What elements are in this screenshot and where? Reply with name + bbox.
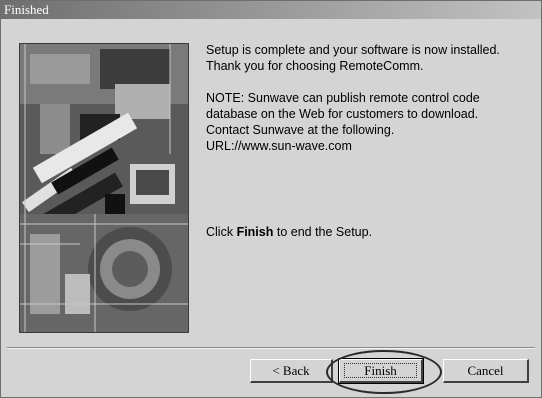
- finish-instruction: Click Finish to end the Setup.: [206, 224, 372, 240]
- completion-line-1: Setup is complete and your software is n…: [206, 43, 500, 57]
- setup-side-image: [19, 43, 189, 333]
- finish-instruction-bold: Finish: [236, 225, 274, 239]
- note-line-1: NOTE: Sunwave can publish remote control…: [206, 91, 480, 105]
- focus-rectangle: [344, 363, 417, 378]
- note-line-4: URL://www.sun-wave.com: [206, 139, 352, 153]
- completion-line-2: Thank you for choosing RemoteComm.: [206, 59, 424, 73]
- completion-message: Setup is complete and your software is n…: [206, 42, 500, 74]
- button-separator: [7, 347, 535, 349]
- back-button[interactable]: < Back: [250, 359, 333, 383]
- finish-instruction-suffix: to end the Setup.: [273, 225, 373, 239]
- note-message: NOTE: Sunwave can publish remote control…: [206, 90, 480, 154]
- window-title: Finished: [4, 2, 49, 17]
- note-line-3: Contact Sunwave at the following.: [206, 123, 395, 137]
- finish-button[interactable]: Finish: [338, 358, 424, 384]
- note-line-2: database on the Web for customers to dow…: [206, 107, 479, 121]
- setup-dialog: Finished Setup is complete and your soft…: [0, 0, 542, 398]
- finish-instruction-prefix: Click: [206, 225, 237, 239]
- cancel-button[interactable]: Cancel: [443, 359, 529, 383]
- title-bar[interactable]: Finished: [1, 1, 541, 19]
